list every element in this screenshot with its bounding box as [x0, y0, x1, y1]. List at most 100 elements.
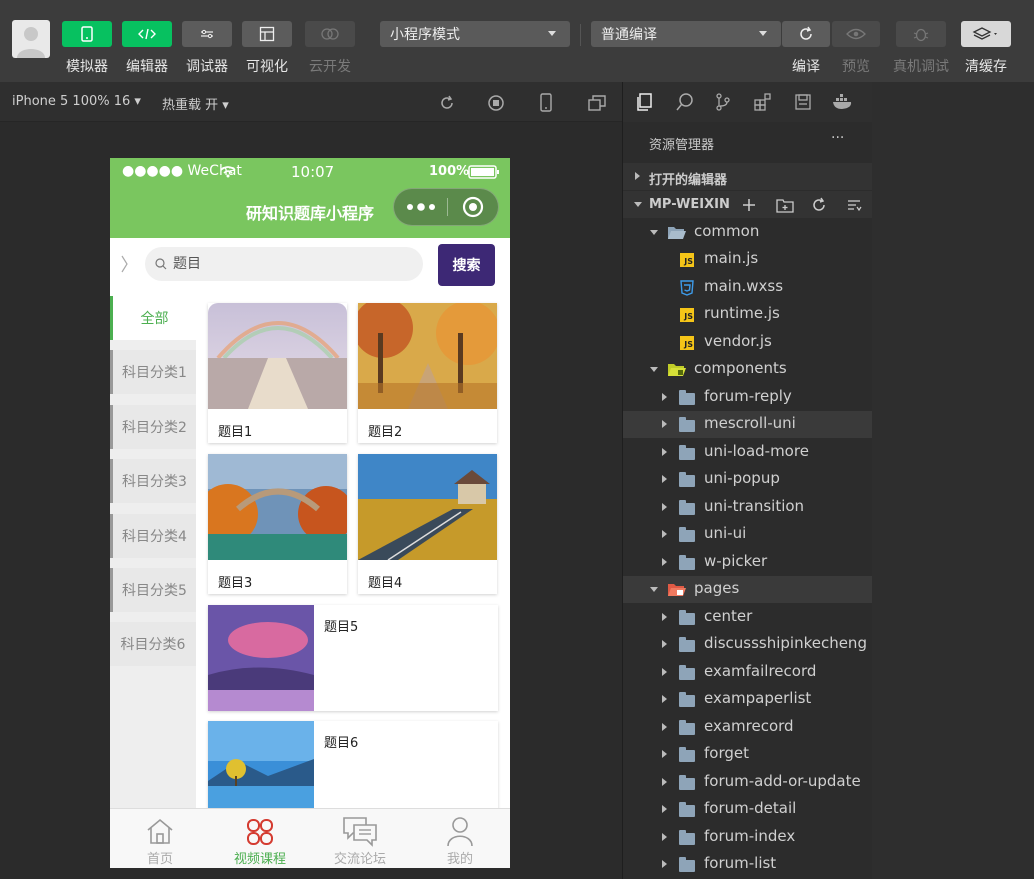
question-card[interactable]: 题目5: [208, 605, 498, 711]
compile-select[interactable]: 普通编译: [591, 21, 781, 47]
file-name: runtime.js: [704, 304, 780, 322]
folder-icon: [679, 610, 695, 625]
folder-row-pages[interactable]: pages: [623, 576, 873, 603]
folder-name: uni-transition: [704, 497, 805, 515]
folder-row-uni-transition[interactable]: uni-transition: [623, 494, 873, 521]
new-folder-icon[interactable]: [776, 197, 794, 213]
folder-row-uni-ui[interactable]: uni-ui: [623, 521, 873, 548]
source-control-icon[interactable]: [713, 92, 733, 112]
home-icon: [147, 818, 173, 844]
docker-icon[interactable]: [832, 92, 854, 112]
folder-row-forum-index[interactable]: forum-index: [623, 824, 873, 851]
folder-row-exampaperlist[interactable]: exampaperlist: [623, 686, 873, 713]
save-icon[interactable]: [793, 92, 813, 112]
folder-row-components[interactable]: components: [623, 356, 873, 383]
category-item[interactable]: 科目分类5: [110, 568, 196, 612]
file-row-runtime-js[interactable]: JS runtime.js: [623, 301, 873, 328]
new-file-icon[interactable]: [741, 197, 757, 213]
more-actions-button[interactable]: ···: [831, 130, 844, 146]
folder-row-discussshipinkecheng[interactable]: discussshipinkecheng: [623, 631, 873, 658]
folder-row-forum-add-or-update[interactable]: forum-add-or-update: [623, 769, 873, 796]
preview-button[interactable]: [832, 21, 880, 47]
search-button[interactable]: 搜索: [438, 244, 495, 286]
file-row-main-js[interactable]: JS main.js: [623, 246, 873, 273]
close-mini-program-icon[interactable]: [461, 195, 485, 219]
project-section[interactable]: MP-WEIXIN: [623, 191, 873, 218]
rotate-icon[interactable]: [438, 94, 456, 112]
folder-icon: [679, 830, 695, 845]
category-item[interactable]: 科目分类3: [110, 459, 196, 503]
folder-row-w-picker[interactable]: w-picker: [623, 549, 873, 576]
chevron-down-icon: [650, 230, 658, 235]
more-icon[interactable]: [406, 203, 436, 211]
folder-icon: [679, 445, 695, 460]
cloud-dev-button[interactable]: [305, 21, 355, 47]
folder-row-examrecord[interactable]: examrecord: [623, 714, 873, 741]
folder-name: w-picker: [704, 552, 768, 570]
open-editors-section[interactable]: 打开的编辑器: [623, 163, 873, 190]
folder-row-uni-load-more[interactable]: uni-load-more: [623, 439, 873, 466]
tab-mine[interactable]: 我的: [410, 809, 510, 868]
user-icon: [447, 817, 473, 847]
tab-label: 我的: [446, 852, 473, 867]
tab-home[interactable]: 首页: [110, 809, 210, 868]
device-select[interactable]: iPhone 5 100% 16 ▾: [12, 94, 141, 109]
file-row-vendor-js[interactable]: JS vendor.js: [623, 329, 873, 356]
extensions-icon[interactable]: [753, 92, 773, 112]
search-icon[interactable]: [675, 92, 695, 112]
stop-icon[interactable]: [487, 94, 505, 112]
clear-cache-button[interactable]: [961, 21, 1011, 47]
refresh-icon[interactable]: [811, 197, 827, 213]
real-device-debug-button[interactable]: [896, 21, 946, 47]
card-image-autumn-forest: [353, 298, 500, 409]
cloud-icon: [321, 28, 339, 40]
folder-row-forget[interactable]: forget: [623, 741, 873, 768]
folder-row-forum-detail[interactable]: forum-detail: [623, 796, 873, 823]
search-input[interactable]: 题目: [145, 247, 423, 281]
category-item[interactable]: 科目分类6: [110, 622, 196, 666]
question-card[interactable]: 题目1: [208, 303, 347, 443]
folder-row-center[interactable]: center: [623, 604, 873, 631]
collapse-all-icon[interactable]: [846, 197, 862, 213]
folder-name: forget: [704, 744, 749, 762]
chevron-right-icon: [662, 558, 667, 566]
files-icon[interactable]: [635, 92, 655, 112]
folder-name: forum-detail: [704, 799, 797, 817]
question-card[interactable]: 题目3: [198, 454, 354, 594]
category-all[interactable]: 全部: [110, 296, 196, 340]
chevron-right-icon: [662, 448, 667, 456]
folder-row-forum-reply[interactable]: forum-reply: [623, 384, 873, 411]
preview-label: 预览: [842, 59, 870, 75]
tab-video-course[interactable]: 视频课程: [210, 809, 310, 868]
user-avatar[interactable]: [12, 20, 50, 58]
tab-forum[interactable]: 交流论坛: [310, 809, 410, 868]
folder-row-uni-popup[interactable]: uni-popup: [623, 466, 873, 493]
folder-row-forum-list[interactable]: forum-list: [623, 851, 873, 878]
chevron-right-icon[interactable]: [120, 254, 130, 274]
hot-reload-select[interactable]: 热重载 开 ▾: [162, 94, 229, 113]
explorer-title: 资源管理器: [649, 138, 715, 153]
chevron-down-icon: [650, 367, 658, 372]
compile-button[interactable]: [782, 21, 830, 47]
folder-row-examfailrecord[interactable]: examfailrecord: [623, 659, 873, 686]
debugger-button[interactable]: [182, 21, 232, 47]
phone-icon[interactable]: [539, 93, 553, 113]
simulator-button[interactable]: [62, 21, 112, 47]
folder-row-mescroll-uni[interactable]: mescroll-uni: [623, 411, 873, 438]
editor-button[interactable]: [122, 21, 172, 47]
category-item[interactable]: 科目分类4: [110, 514, 196, 558]
mode-select[interactable]: 小程序模式: [380, 21, 570, 47]
question-card[interactable]: 题目2: [353, 298, 500, 443]
chevron-down-icon: [650, 587, 658, 592]
card-title: 题目2: [368, 425, 403, 440]
visualize-button[interactable]: [242, 21, 292, 47]
mode-select-value: 小程序模式: [390, 27, 460, 43]
folder-icon: [679, 802, 695, 817]
windows-icon[interactable]: [587, 94, 607, 112]
question-card[interactable]: 题目4: [358, 454, 497, 594]
category-item[interactable]: 科目分类1: [110, 350, 196, 394]
folder-row-common[interactable]: common: [623, 219, 873, 246]
category-item[interactable]: 科目分类2: [110, 405, 196, 449]
folder-icon: [679, 637, 695, 652]
file-row-main-wxss[interactable]: main.wxss: [623, 274, 873, 301]
